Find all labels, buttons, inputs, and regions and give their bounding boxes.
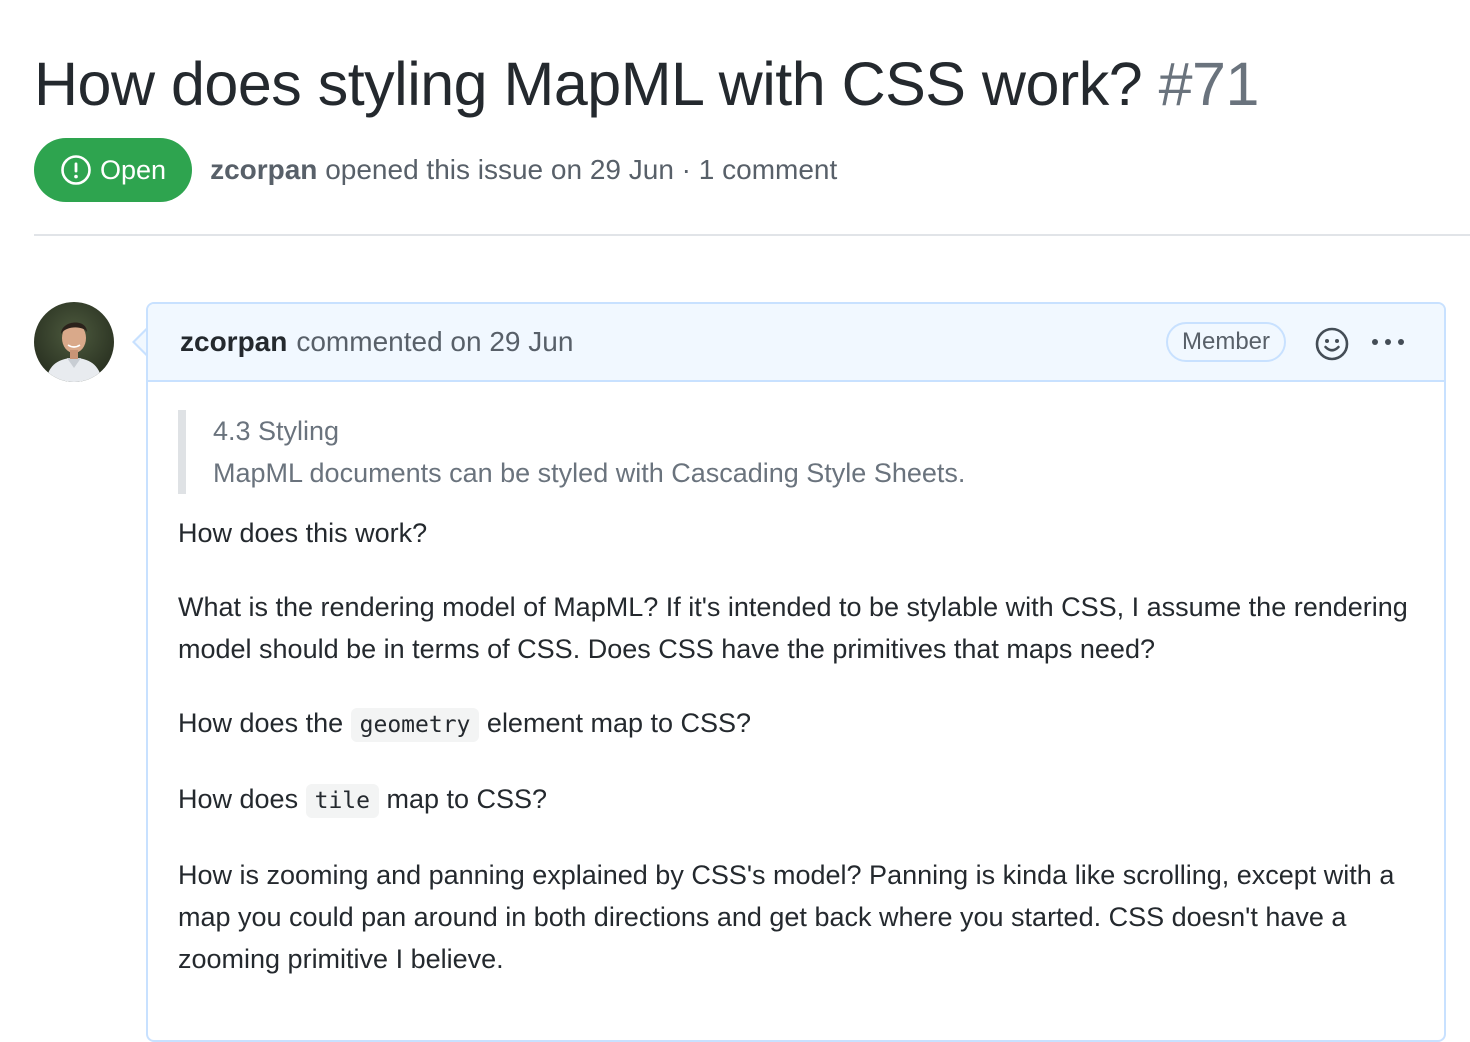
comment-body: 4.3 Styling MapML documents can be style… xyxy=(148,382,1444,980)
issue-state-label: Open xyxy=(100,154,167,185)
code-tile: tile xyxy=(305,784,379,818)
issue-meta-suffix: opened this issue on 29 Jun · 1 comment xyxy=(325,154,838,185)
tile-question-after: map to CSS? xyxy=(386,784,548,814)
issue-title-text: How does styling MapML with CSS work? xyxy=(34,50,1143,118)
quote-text: MapML documents can be styled with Casca… xyxy=(213,458,966,488)
comment-action-text[interactable]: commented on 29 Jun xyxy=(296,326,573,358)
paragraph-rendering-model: What is the rendering model of MapML? If… xyxy=(178,592,1408,664)
issue-state-badge: Open xyxy=(34,138,193,202)
kebab-horizontal-icon[interactable] xyxy=(1370,332,1406,352)
comment-header: zcorpan commented on 29 Jun Member xyxy=(148,304,1444,382)
paragraph-how-does-this-work: How does this work? xyxy=(178,518,428,548)
member-badge: Member xyxy=(1166,322,1287,362)
geometry-question-before: How does the xyxy=(178,708,344,738)
paragraph-tile-question: How does tile map to CSS? xyxy=(178,778,1414,822)
issue-author-link[interactable]: zcorpan xyxy=(210,154,317,185)
quote-block: 4.3 Styling MapML documents can be style… xyxy=(178,410,1414,494)
issue-title: How does styling MapML with CSS work? #7… xyxy=(34,46,1259,122)
geometry-question-after: element map to CSS? xyxy=(486,708,752,738)
issue-opened-icon xyxy=(61,155,91,185)
paragraph-zooming-panning: How is zooming and panning explained by … xyxy=(178,860,1395,974)
avatar-image xyxy=(34,302,114,382)
paragraph-geometry-question: How does the geometry element map to CSS… xyxy=(178,702,1414,746)
comment-author-link[interactable]: zcorpan xyxy=(180,326,287,358)
issue-opened-text: zcorpan opened this issue on 29 Jun · 1 … xyxy=(210,154,837,186)
issue-meta: Open zcorpan opened this issue on 29 Jun… xyxy=(34,138,837,202)
comment-box: zcorpan commented on 29 Jun Member 4.3 S… xyxy=(146,302,1446,1042)
smiley-icon[interactable] xyxy=(1314,326,1350,362)
header-divider xyxy=(34,234,1470,236)
code-geometry: geometry xyxy=(350,708,480,742)
avatar[interactable] xyxy=(34,302,114,382)
quote-heading: 4.3 Styling xyxy=(213,416,340,446)
issue-number: #71 xyxy=(1158,50,1260,118)
tile-question-before: How does xyxy=(178,784,299,814)
